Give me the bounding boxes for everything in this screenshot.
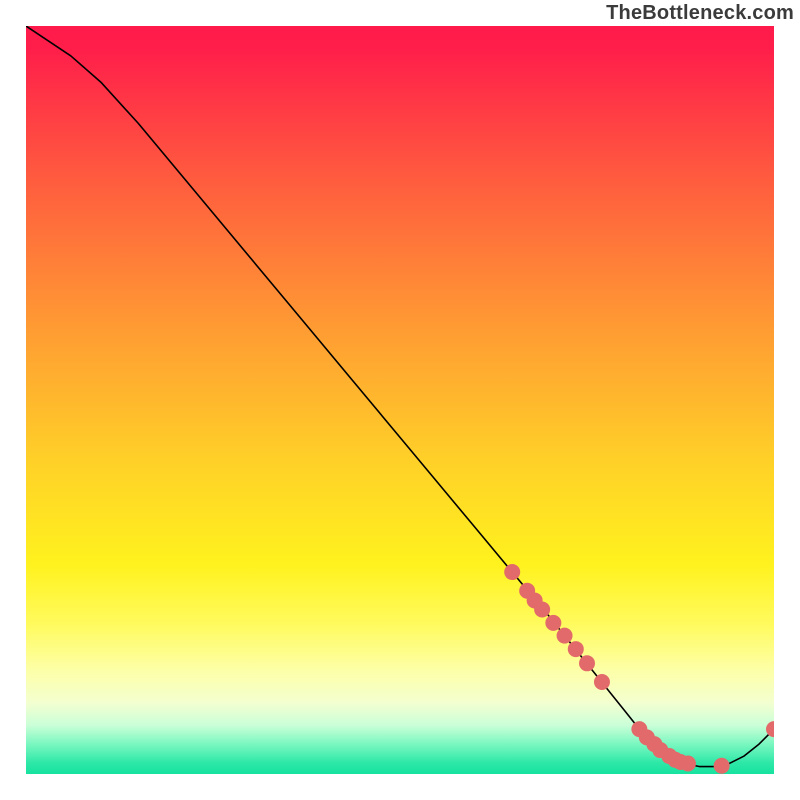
chart-plot-area xyxy=(26,26,774,774)
data-marker xyxy=(594,674,610,690)
data-marker xyxy=(545,615,561,631)
data-marker xyxy=(714,758,730,774)
chart-background xyxy=(26,26,774,774)
watermark-text: TheBottleneck.com xyxy=(606,2,794,25)
data-marker xyxy=(680,756,696,772)
data-marker xyxy=(579,655,595,671)
data-marker xyxy=(568,641,584,657)
chart-svg xyxy=(26,26,774,774)
data-marker xyxy=(534,601,550,617)
data-marker xyxy=(557,628,573,644)
data-marker xyxy=(504,564,520,580)
